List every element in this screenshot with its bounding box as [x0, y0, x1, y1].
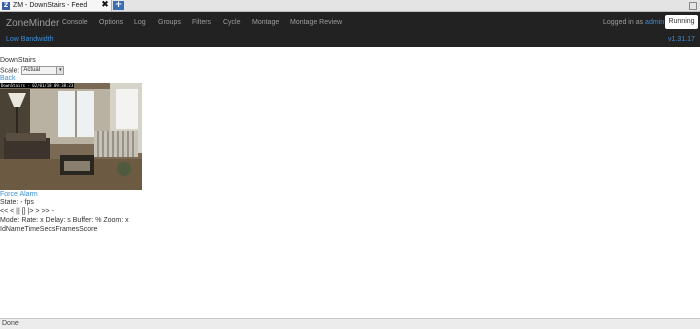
back-link[interactable]: Back [0, 75, 16, 82]
scale-select[interactable]: Actual ▾ [21, 66, 65, 75]
nav-options[interactable]: Options [99, 19, 123, 26]
login-user-link[interactable]: admin [645, 19, 664, 26]
camera-feed-image: DownStairs - 02/01/18 09:38:23 [0, 83, 142, 190]
main-navbar: ZoneMinder Console Options Log Groups Fi… [0, 12, 700, 47]
run-state-button[interactable]: Running [665, 15, 698, 29]
login-status: Logged in as admin [603, 19, 664, 26]
chevron-down-icon: ▾ [56, 67, 64, 74]
force-alarm-link[interactable]: Force Alarm [0, 191, 38, 198]
nav-groups[interactable]: Groups [158, 19, 181, 26]
browser-status-bar: Done [0, 318, 700, 329]
tab-title: ZM - DownStairs - Feed [13, 2, 88, 9]
nav-filters[interactable]: Filters [192, 19, 211, 26]
nav-montage[interactable]: Montage [252, 19, 279, 26]
brand-logo[interactable]: ZoneMinder [6, 18, 59, 29]
browser-tab-strip: Z ZM - DownStairs - Feed ✖ + [0, 0, 700, 12]
camera-timestamp-overlay: DownStairs - 02/01/18 09:38:23 [0, 83, 75, 88]
scale-row: Scale: Actual ▾ [0, 66, 65, 75]
new-tab-plus-icon[interactable]: + [113, 1, 124, 10]
nav-montage-review[interactable]: Montage Review [290, 19, 342, 26]
status-text: Done [2, 320, 19, 327]
monitor-name: DownStairs [0, 57, 36, 64]
browser-tab[interactable]: Z ZM - DownStairs - Feed [0, 0, 112, 11]
login-prefix: Logged in as [603, 19, 644, 26]
nav-log[interactable]: Log [134, 19, 146, 26]
nav-cycle[interactable]: Cycle [223, 19, 241, 26]
scale-label: Scale: [0, 67, 20, 75]
scale-selected-value: Actual [23, 67, 41, 73]
nav-console[interactable]: Console [62, 19, 88, 26]
zoneminder-favicon-icon: Z [2, 1, 10, 10]
camera-scene-graphic [0, 83, 142, 190]
events-table-header: IdNameTimeSecsFramesScore [0, 226, 98, 233]
bandwidth-link[interactable]: Low Bandwidth [6, 36, 53, 43]
tab-close-icon[interactable]: ✖ [100, 0, 110, 11]
window-menu-icon[interactable] [689, 2, 697, 10]
version-link[interactable]: v1.31.17 [668, 36, 695, 43]
state-line: State: - fps [0, 199, 34, 206]
mode-line: Mode: Rate: x Delay: s Buffer: % Zoom: x [0, 217, 129, 224]
playback-controls[interactable]: << < || [] |> > >> - [0, 208, 54, 215]
